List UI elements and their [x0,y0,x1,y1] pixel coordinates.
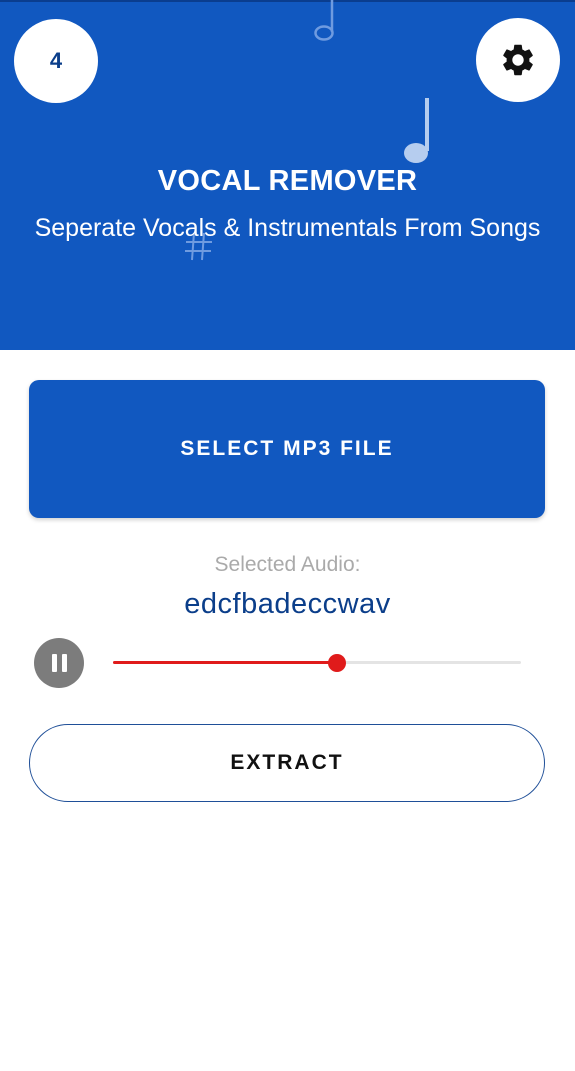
settings-button[interactable] [476,18,560,102]
music-note-icon [404,98,429,163]
pause-button[interactable] [34,638,84,688]
music-note-icon [314,0,334,41]
app-subtitle: Seperate Vocals & Instrumentals From Son… [34,214,541,242]
audio-seek-bar[interactable] [113,654,521,672]
app-title: VOCAL REMOVER [157,165,418,197]
extract-button[interactable]: EXTRACT [29,724,545,802]
header-top-border [0,0,575,2]
count-badge: 4 [14,19,98,103]
vocal-remover-app: 4 VOCAL REMOVER Seperate Vocals & Instru… [0,0,575,1071]
pause-icon [49,654,69,672]
header: 4 VOCAL REMOVER Seperate Vocals & Instru… [0,0,575,350]
seek-bar-thumb[interactable] [328,654,346,672]
seek-bar-progress [113,661,337,664]
gear-icon [503,44,533,76]
select-mp3-button[interactable]: SELECT MP3 FILE [29,380,545,518]
selected-audio-name: edcfbadeccwav [184,588,391,620]
selected-audio-label: Selected Audio: [214,553,361,576]
